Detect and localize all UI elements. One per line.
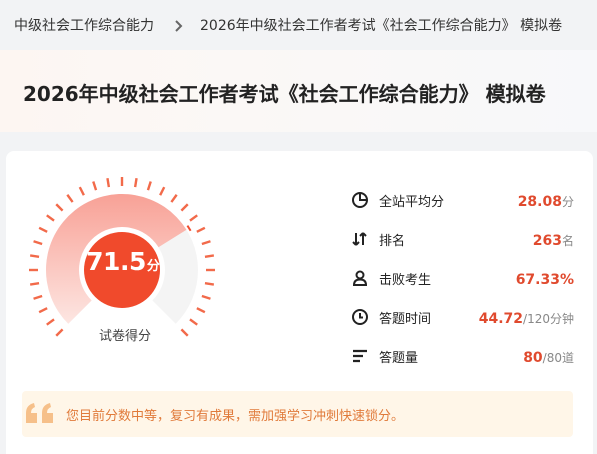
page-title: 2026年中级社会工作者考试《社会工作综合能力》 模拟卷 — [23, 82, 546, 106]
score-value: 71.5 分 — [86, 247, 160, 297]
stat-unit: 分 — [561, 194, 574, 209]
stat-value: 80 — [523, 349, 543, 366]
quote-icon — [24, 399, 58, 429]
stat-value: 28.08 — [517, 193, 562, 210]
stat-label: 答题量 — [379, 350, 419, 366]
gauge-tick — [46, 318, 55, 326]
gauge-tick — [55, 328, 64, 337]
score-label: 试卷得分 — [98, 329, 151, 344]
stat-answered: 答题量 80/80道 — [351, 343, 576, 369]
gauge-tick — [196, 226, 206, 233]
sort-arrows-icon — [351, 230, 369, 248]
gauge-tick — [159, 186, 166, 196]
clock-icon — [351, 308, 369, 326]
breadcrumb-item-current: 2026年中级社会工作者考试《社会工作综合能力》 模拟卷 — [200, 18, 563, 34]
score-number: 71.5 — [86, 247, 146, 276]
page-header: 2026年中级社会工作者考试《社会工作综合能力》 模拟卷 — [0, 50, 597, 132]
gauge-tick — [201, 294, 211, 300]
gauge-tick — [92, 181, 98, 191]
gauge-tick — [189, 318, 198, 326]
gauge-tick — [46, 214, 55, 222]
gauge-tick — [180, 203, 189, 212]
breadcrumb-item-category[interactable]: 中级社会工作综合能力 — [14, 15, 154, 35]
stat-unit: 名 — [561, 233, 574, 248]
stat-value-wrap: 28.08分 — [518, 191, 574, 210]
stat-value-wrap: 80/80道 — [523, 347, 574, 366]
gauge-tick — [189, 214, 198, 222]
gauge-tick — [133, 177, 138, 188]
gauge-tick — [55, 203, 64, 212]
gauge-tick — [38, 307, 48, 314]
stat-unit: /80道 — [542, 350, 574, 365]
gauge-tick — [146, 181, 152, 191]
stat-beaten: 击败考生 67.33% — [351, 265, 576, 291]
stat-unit: /120分钟 — [523, 311, 574, 326]
stat-label: 答题时间 — [379, 311, 432, 327]
gauge-tick — [204, 254, 215, 259]
gauge-tick — [33, 240, 43, 246]
gauge-tick — [29, 281, 40, 286]
stat-value-wrap: 263名 — [533, 230, 574, 249]
gauge-tick — [196, 307, 206, 314]
gauge-tick — [204, 281, 215, 286]
pie-chart-icon — [351, 191, 369, 209]
stat-value-wrap: 44.72/120分钟 — [479, 308, 574, 327]
score-unit: 分 — [146, 259, 160, 274]
stat-value: 263 — [532, 232, 562, 249]
advice-banner: 您目前分数中等，复习有成果，需加强学习冲刺快速锁分。 — [22, 391, 573, 437]
breadcrumb: 中级社会工作综合能力 2026年中级社会工作者考试《社会工作综合能力》 模拟卷 — [0, 0, 597, 50]
gauge-tick — [106, 177, 111, 188]
stat-label: 排名 — [379, 233, 406, 249]
stat-label: 全站平均分 — [379, 194, 445, 210]
gauge-tick — [29, 254, 40, 259]
user-icon — [351, 269, 369, 287]
stat-label: 击败考生 — [379, 272, 432, 288]
advice-text: 您目前分数中等，复习有成果，需加强学习冲刺快速锁分。 — [66, 408, 405, 424]
gauge-tick — [180, 328, 189, 337]
stat-average-score: 全站平均分 28.08分 — [351, 187, 576, 213]
gauge-tick — [66, 194, 74, 203]
gauge-tick — [170, 194, 178, 203]
gauge-tick — [33, 294, 43, 300]
list-icon — [351, 347, 369, 365]
gauge-tick — [201, 240, 211, 246]
gauge-needle — [186, 225, 192, 232]
stat-value-wrap: 67.33% — [516, 269, 574, 288]
gauge-tick — [78, 186, 85, 196]
gauge-tick — [38, 226, 48, 233]
stat-value: 67.33% — [515, 271, 574, 288]
stat-time: 答题时间 44.72/120分钟 — [351, 304, 576, 330]
stat-rank: 排名 263名 — [351, 226, 576, 252]
stat-value: 44.72 — [478, 310, 524, 327]
chevron-right-icon — [174, 18, 184, 32]
